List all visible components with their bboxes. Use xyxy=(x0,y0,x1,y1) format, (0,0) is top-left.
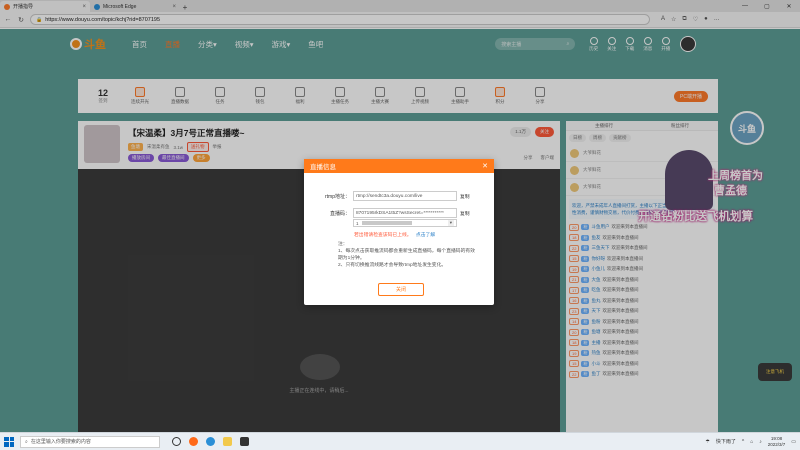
blurred-value xyxy=(361,221,412,225)
rtmp-input[interactable]: rtmp://sendtc3a.douyu.com/live xyxy=(353,191,457,201)
copy-key-button[interactable]: 复制 xyxy=(460,210,470,217)
taskbar-clock[interactable]: 19:08 2022/3/7 xyxy=(768,436,786,447)
modal-header: 直播信息 ✕ xyxy=(304,159,494,173)
obs-icon[interactable] xyxy=(240,437,249,446)
copy-rtmp-button[interactable]: 复制 xyxy=(460,193,470,200)
modal-title: 直播信息 xyxy=(310,164,336,171)
task-view-icon[interactable] xyxy=(172,437,181,446)
key-field: 直播码： 8707195rkDSA1t5Z?wsSecret=*********… xyxy=(308,208,470,218)
notes-block: 注： 1、每次点击获取推流码都会重新生成直播码，每个直播码的有效期为1分钟。 2… xyxy=(338,241,478,269)
note-2: 2、只有切换推流线路才会导致rtmp地址发生变化。 xyxy=(338,263,447,268)
warning-text: 若出错请检查该码已上线。 点击了解 xyxy=(354,231,435,238)
key-label: 直播码： xyxy=(329,210,350,217)
stream-info-modal: 直播信息 ✕ rtmp地址： rtmp://sendtc3a.douyu.com… xyxy=(304,159,494,305)
clock-date: 2022/3/7 xyxy=(767,441,786,447)
warning-message: 若出错请检查该码已上线。 xyxy=(354,233,412,238)
volume-icon[interactable]: ♪ xyxy=(759,439,762,445)
tray-chevron-icon[interactable]: ^ xyxy=(742,439,744,445)
firefox-icon[interactable] xyxy=(189,437,198,446)
edge-icon[interactable] xyxy=(206,437,215,446)
notification-icon[interactable]: ▭ xyxy=(791,439,796,445)
windows-taskbar: ⌕ 在这里输入你要搜索的内容 ☂ 快下雨了 ^ ⌂ ♪ 19:08 2022/3… xyxy=(0,432,800,450)
chevron-down-icon[interactable]: ▾ xyxy=(447,220,454,226)
taskbar-search-input[interactable]: ⌕ 在这里输入你要搜索的内容 xyxy=(20,435,160,448)
stream-key-input[interactable]: 8707195rkDSA1t5Z?wsSecret=*********** xyxy=(353,208,457,218)
note-1: 1、每次点击获取推流码都会重新生成直播码，每个直播码的有效期为1分钟。 xyxy=(338,249,475,261)
file-explorer-icon[interactable] xyxy=(223,437,232,446)
learn-more-link[interactable]: 点击了解 xyxy=(416,233,435,238)
rtmp-label: rtmp地址： xyxy=(324,193,350,200)
select-prefix: 1 xyxy=(356,220,359,226)
notes-title: 注： xyxy=(338,242,348,247)
weather-icon[interactable]: ☂ xyxy=(705,439,709,445)
weather-text[interactable]: 快下雨了 xyxy=(716,438,736,445)
close-icon[interactable]: ✕ xyxy=(482,162,488,170)
line-select[interactable]: 1 ▾ xyxy=(353,219,457,227)
search-icon: ⌕ xyxy=(25,438,28,445)
taskbar-search-placeholder: 在这里输入你要搜索的内容 xyxy=(30,439,91,445)
system-tray: ☂ 快下雨了 ^ ⌂ ♪ 19:08 2022/3/7 ▭ xyxy=(705,436,796,447)
rtmp-field: rtmp地址： rtmp://sendtc3a.douyu.com/live 复… xyxy=(308,191,470,201)
network-icon[interactable]: ⌂ xyxy=(750,439,753,445)
windows-start-icon[interactable] xyxy=(4,436,14,447)
close-button[interactable]: 关闭 xyxy=(378,283,424,296)
